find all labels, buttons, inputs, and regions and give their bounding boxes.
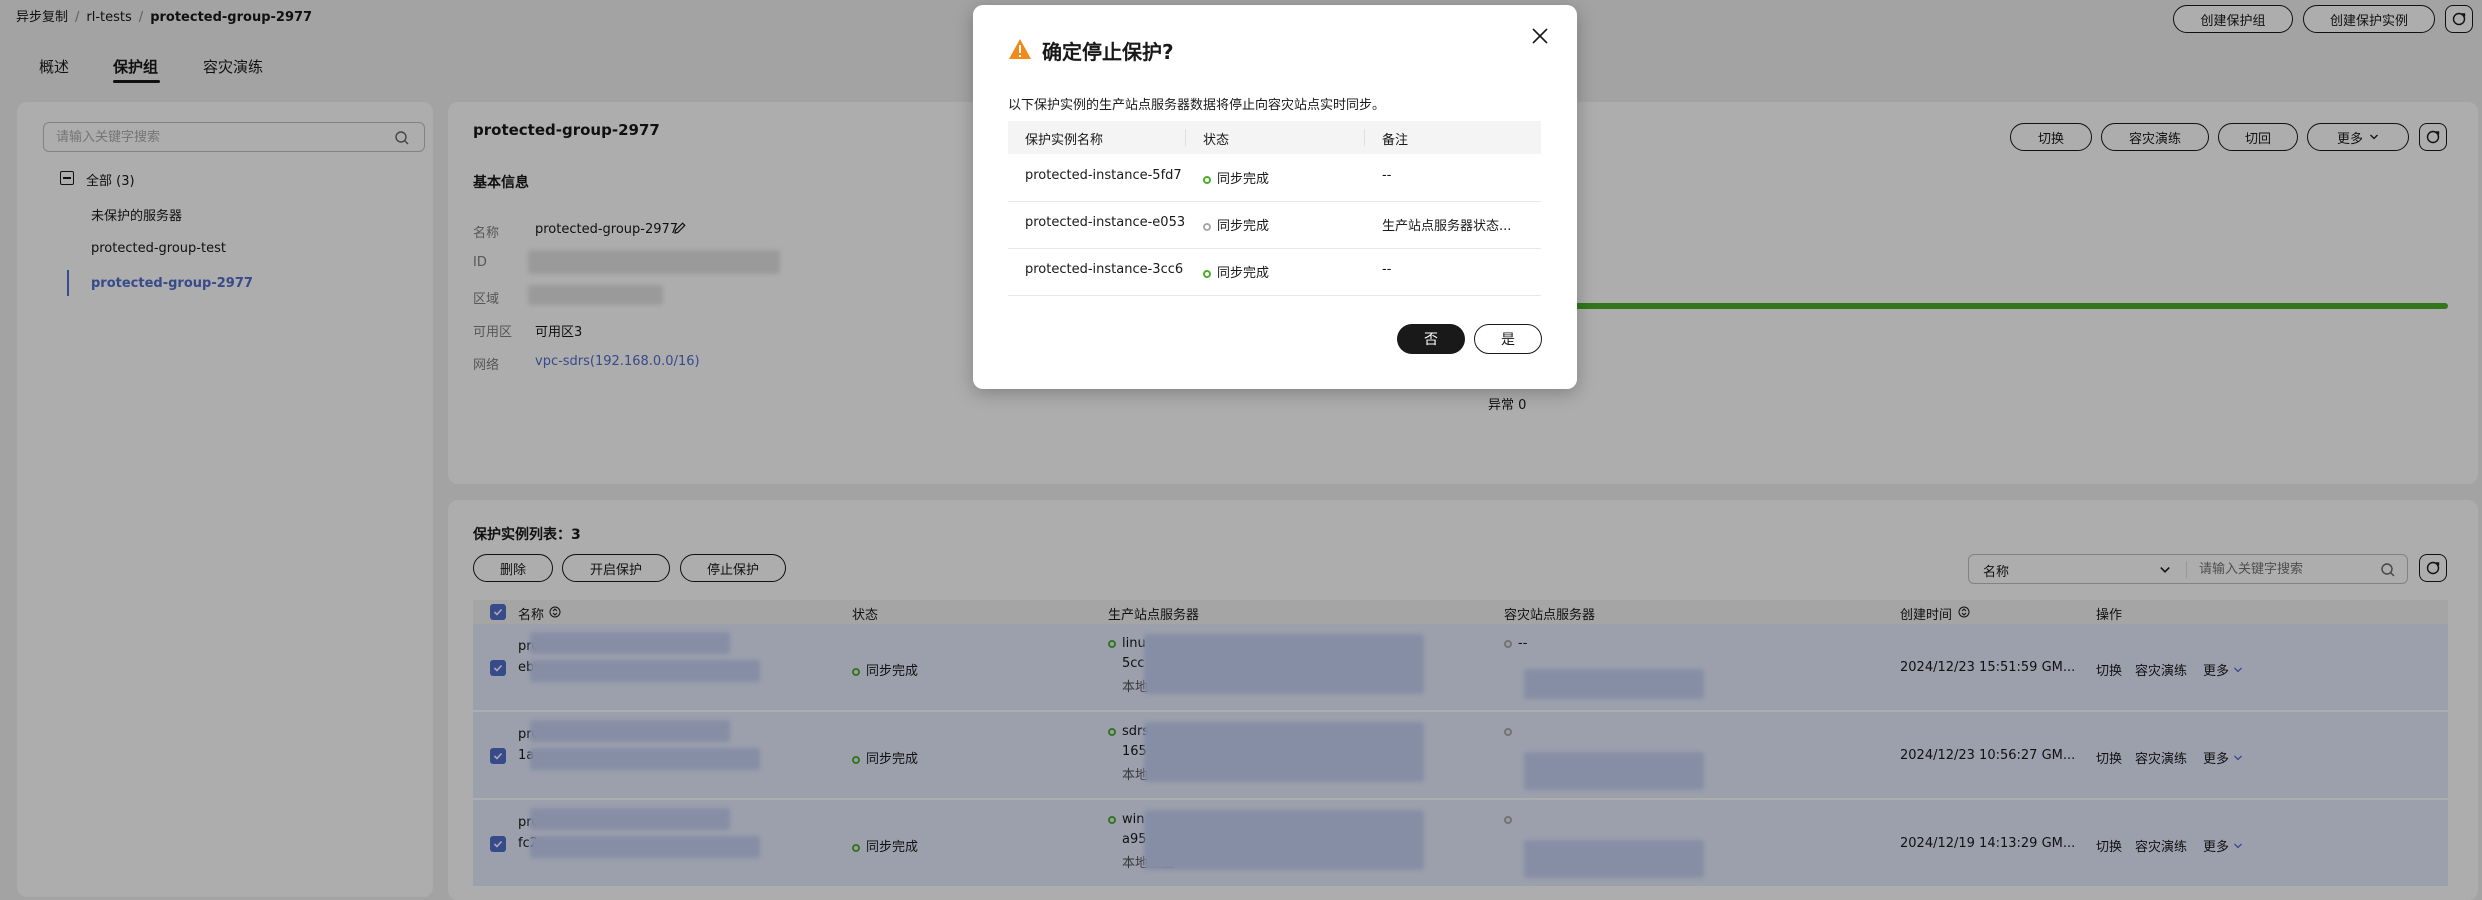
dialog-title: 确定停止保护?	[1042, 40, 1174, 64]
dialog-description: 以下保护实例的生产站点服务器数据将停止向容灾站点实时同步。	[1008, 98, 1386, 113]
dialog-row-name: protected-instance-5fd7	[1025, 168, 1182, 183]
dialog-row-note: 生产站点服务器状态...	[1382, 219, 1512, 234]
warning-icon	[1009, 39, 1031, 59]
dialog-row-name: protected-instance-e053	[1025, 215, 1186, 230]
dialog-row-note: --	[1382, 168, 1392, 183]
dialog-row-status: 同步完成	[1203, 262, 1269, 281]
dialog-row-status: 同步完成	[1203, 215, 1269, 234]
dialog-col-status: 状态	[1203, 133, 1230, 148]
dialog-row-status: 同步完成	[1203, 168, 1269, 187]
dialog-col-note: 备注	[1382, 133, 1409, 148]
stop-protection-dialog: 确定停止保护? 以下保护实例的生产站点服务器数据将停止向容灾站点实时同步。 保护…	[973, 5, 1577, 389]
dialog-no-button[interactable]: 否	[1397, 324, 1465, 354]
dialog-row-name: protected-instance-3cc6	[1025, 262, 1184, 277]
dialog-col-name: 保护实例名称	[1025, 133, 1104, 148]
close-icon[interactable]	[1529, 25, 1551, 47]
dialog-yes-button[interactable]: 是	[1474, 324, 1542, 354]
dialog-row-note: --	[1382, 262, 1392, 277]
